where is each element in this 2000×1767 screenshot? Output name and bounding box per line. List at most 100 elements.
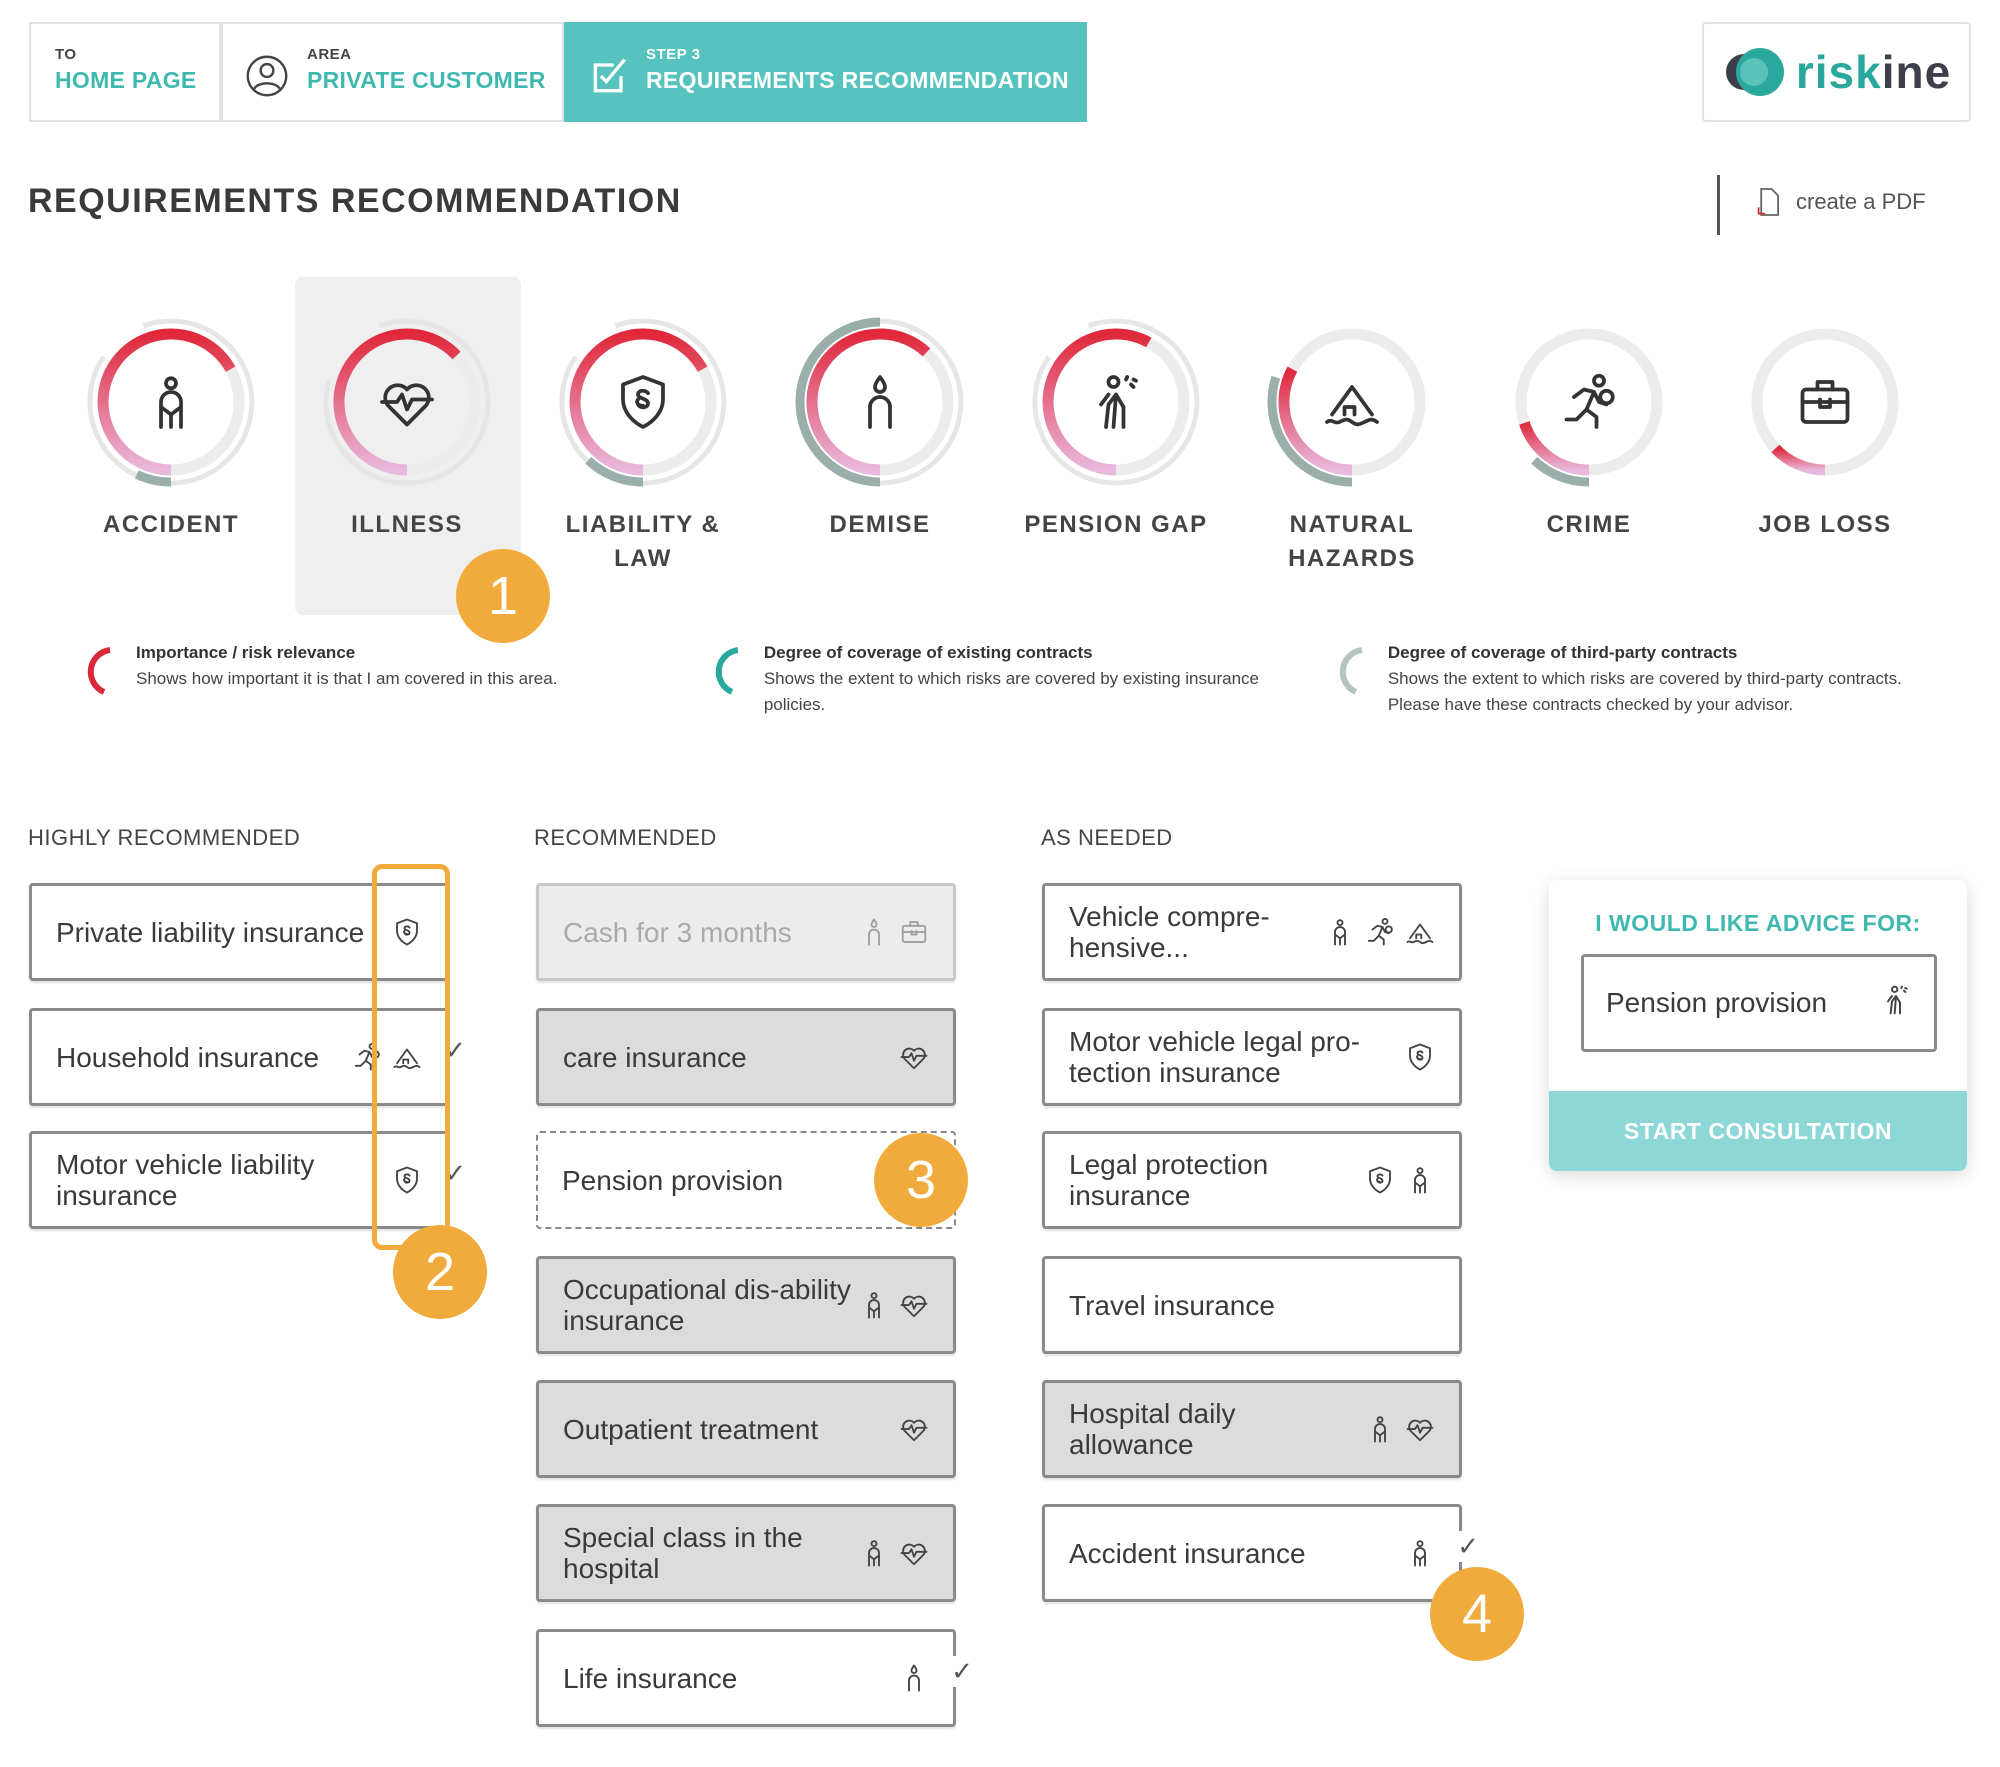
risk-label: LIABILITY & LAW — [565, 511, 721, 572]
importance-arc — [1042, 328, 1152, 476]
risk-gauge-pension[interactable]: PENSION GAP — [1006, 302, 1226, 542]
accident-icon — [159, 376, 183, 429]
legend-text: Shows how important it is that I am cove… — [136, 669, 558, 688]
accident-icon — [1414, 1167, 1426, 1194]
page-title: REQUIREMENTS RECOMMENDATION — [28, 182, 682, 220]
product-card[interactable]: Hospital daily allowance — [1042, 1380, 1462, 1478]
product-label: Motor vehicle liability insurance — [56, 1149, 315, 1211]
jobloss-icon — [901, 921, 927, 943]
legend-text: Shows the extent to which risks are cove… — [763, 669, 1259, 714]
gauge-chart — [323, 318, 491, 486]
product-card[interactable]: Special class in the hospital — [536, 1504, 956, 1602]
divider — [1717, 175, 1720, 235]
annotation-badge-3: 3 — [874, 1133, 968, 1227]
product-card[interactable]: Motor vehicle legal pro-tection insuranc… — [1042, 1008, 1462, 1106]
legend-importance: Importance / risk relevance Shows how imp… — [74, 640, 674, 700]
logo-text: riskine — [1795, 46, 1952, 98]
legend-text: Shows the extent to which risks are cove… — [1387, 669, 1902, 714]
column-title-highly-recommended: HIGHLY RECOMMENDED — [28, 825, 301, 850]
nav-home-label: HOME PAGE — [55, 67, 197, 93]
product-label: Outpatient treatment — [563, 1413, 819, 1445]
product-label: care insurance — [563, 1041, 747, 1073]
gauge-chart — [795, 317, 964, 487]
law-icon — [621, 375, 665, 429]
annotation-highlight-box — [372, 864, 450, 1250]
product-label: Hospital daily allowance — [1069, 1398, 1236, 1460]
risk-gauge-illness[interactable]: ILLNESS — [297, 302, 517, 542]
risk-label: NATURAL HAZARDS — [1288, 511, 1416, 572]
illness-icon — [1406, 1419, 1434, 1442]
product-card[interactable]: Travel insurance — [1042, 1256, 1462, 1354]
legend-title: Degree of coverage of existing contracts — [763, 643, 1093, 662]
existing-arc-icon — [715, 647, 739, 695]
gauge-chart — [1267, 328, 1426, 487]
product-card[interactable]: Life insurance ✓ — [536, 1629, 975, 1727]
demise-icon — [868, 918, 880, 946]
third-party-arc-icon — [1339, 647, 1363, 695]
risk-gauge-crime[interactable]: CRIME — [1479, 302, 1699, 542]
accident-icon — [868, 1292, 880, 1319]
illness-icon — [900, 1047, 928, 1070]
demise-icon — [908, 1664, 920, 1692]
product-label: Vehicle compre-hensive... — [1069, 901, 1270, 963]
product-card[interactable]: Vehicle compre-hensive... — [1042, 883, 1462, 981]
legend-title: Importance / risk relevance — [136, 643, 356, 662]
importance-arc — [97, 328, 236, 476]
risk-gauge-demise[interactable]: DEMISE — [770, 302, 990, 542]
nav-area-small: AREA — [307, 46, 352, 63]
annotation-badge-2: 2 — [393, 1225, 487, 1319]
risk-label: CRIME — [1546, 511, 1632, 538]
gauge-chart — [1032, 318, 1200, 486]
product-label: Private liability insurance — [56, 916, 365, 948]
risk-gauge-law[interactable]: LIABILITY & LAW — [533, 302, 753, 576]
product-label: Accident insurance — [1069, 1537, 1306, 1569]
illness-icon — [900, 1295, 928, 1318]
risk-gauge-jobloss[interactable]: JOB LOSS — [1715, 302, 1935, 542]
nav-step-small: STEP 3 — [646, 46, 701, 63]
existing-coverage-arc — [134, 470, 172, 487]
crime-icon — [1367, 917, 1393, 946]
product-card[interactable]: Outpatient treatment — [536, 1380, 956, 1478]
nav-home-tab[interactable]: TO HOME PAGE — [29, 22, 221, 122]
product-label: Life insurance — [563, 1662, 738, 1694]
product-label: Occupational dis-ability insurance — [563, 1274, 851, 1336]
risk-gauge-natural[interactable]: NATURAL HAZARDS — [1242, 302, 1462, 576]
law-icon — [1369, 1166, 1391, 1194]
nav-home-small: TO — [55, 46, 77, 63]
risk-gauge-accident[interactable]: ACCIDENT — [61, 302, 281, 542]
demise-icon — [868, 375, 892, 429]
product-card[interactable]: Cash for 3 months — [536, 883, 956, 981]
product-card[interactable]: Accident insurance ✓ — [1042, 1504, 1481, 1602]
legend-existing: Degree of coverage of existing contracts… — [702, 640, 1302, 718]
pdf-file-icon — [1757, 188, 1780, 216]
column-title-recommended: RECOMMENDED — [534, 825, 717, 850]
legend-title: Degree of coverage of third-party contra… — [1387, 643, 1738, 662]
illness-icon — [900, 1543, 928, 1566]
advice-title: I WOULD LIKE ADVICE FOR: — [1595, 910, 1921, 936]
create-pdf-button[interactable]: create a PDF — [1756, 186, 1926, 218]
product-card[interactable]: care insurance — [536, 1008, 956, 1106]
jobloss-icon — [1800, 380, 1850, 424]
risk-label: ILLNESS — [351, 511, 463, 538]
logo-mark-icon — [1725, 48, 1784, 96]
nav-area-tab[interactable]: AREA PRIVATE CUSTOMER — [221, 22, 564, 122]
product-card[interactable]: Occupational dis-ability insurance — [536, 1256, 956, 1354]
user-circle-icon — [246, 55, 288, 97]
crime-icon — [1564, 373, 1615, 429]
nav-step-tab[interactable]: STEP 3 REQUIREMENTS RECOMMENDATION — [564, 22, 1087, 122]
accident-icon — [1414, 1540, 1426, 1567]
product-label: Legal protection insurance — [1069, 1149, 1269, 1211]
accident-icon — [868, 1540, 880, 1567]
product-card[interactable]: Legal protection insurance — [1042, 1131, 1462, 1229]
natural-icon — [1325, 385, 1379, 427]
product-label: Cash for 3 months — [563, 916, 792, 948]
nav-step-label: REQUIREMENTS RECOMMENDATION — [646, 67, 1069, 93]
riskine-logo[interactable]: riskine — [1702, 22, 1971, 122]
advice-selected-label: Pension provision — [1606, 987, 1828, 1018]
pension-icon — [1099, 375, 1138, 429]
edit-checkbox-icon — [593, 58, 626, 93]
gauge-chart — [87, 318, 255, 487]
advice-selection-field[interactable]: Pension provision — [1581, 954, 1937, 1052]
pension-icon — [1880, 984, 1912, 1023]
start-consultation-button[interactable]: START CONSULTATION — [1549, 1091, 1967, 1171]
